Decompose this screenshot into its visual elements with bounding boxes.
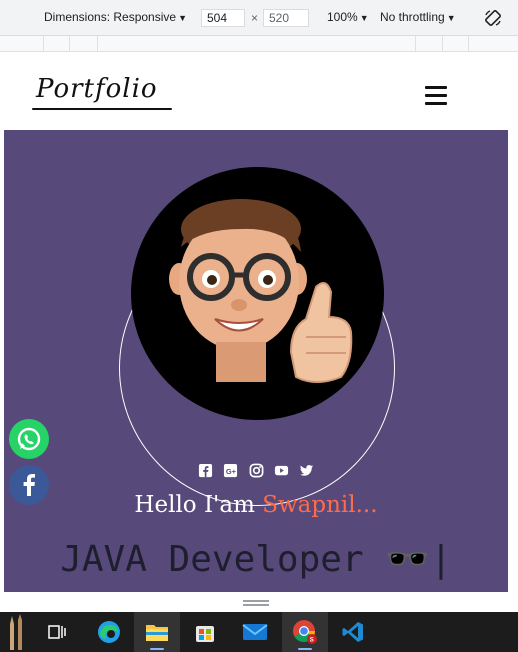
zoom-label: 100% bbox=[327, 10, 358, 24]
throttling-dropdown[interactable]: No throttling ▼ bbox=[380, 10, 456, 24]
device-toolbar: Dimensions: Responsive ▼ 504 × 520 100% ▼ … bbox=[0, 0, 518, 36]
site-logo[interactable]: Portfolio bbox=[36, 74, 158, 104]
svg-text:S: S bbox=[310, 638, 314, 644]
caret-down-icon: ▼ bbox=[178, 13, 187, 23]
svg-text:G+: G+ bbox=[226, 467, 237, 476]
social-links: G+ bbox=[4, 462, 508, 480]
memoji-thumbs-up-image bbox=[169, 199, 353, 383]
twitter-icon[interactable] bbox=[299, 463, 314, 478]
whatsapp-float-button[interactable] bbox=[9, 419, 49, 459]
taskbar-mail[interactable] bbox=[232, 612, 278, 652]
facebook-float-button[interactable] bbox=[9, 465, 49, 505]
dimensions-label: Dimensions: Responsive bbox=[44, 10, 177, 24]
greeting-heading: Hello I'am Swapnil... bbox=[4, 492, 508, 518]
height-input[interactable]: 520 bbox=[263, 9, 309, 27]
avatar bbox=[131, 167, 384, 420]
chrome-icon: S bbox=[293, 620, 317, 644]
taskbar-edge[interactable] bbox=[86, 612, 132, 652]
hamburger-menu-icon[interactable] bbox=[425, 86, 447, 106]
throttling-label: No throttling bbox=[380, 10, 445, 24]
facebook-icon[interactable] bbox=[198, 463, 213, 478]
media-query-ruler bbox=[0, 36, 518, 52]
caret-down-icon: ▼ bbox=[359, 13, 369, 23]
cathedral-thumbnail-icon bbox=[10, 614, 22, 650]
rotate-icon[interactable] bbox=[484, 9, 502, 27]
whatsapp-icon bbox=[17, 427, 41, 451]
dimensions-dropdown[interactable]: Dimensions: Responsive ▼ bbox=[44, 10, 187, 24]
greeting-name: Swapnil... bbox=[262, 492, 378, 518]
logo-underline bbox=[32, 108, 172, 110]
windows-taskbar: S bbox=[0, 612, 518, 652]
google-plus-icon[interactable]: G+ bbox=[223, 463, 238, 478]
site-header: Portfolio bbox=[4, 72, 508, 130]
youtube-icon[interactable] bbox=[274, 463, 289, 478]
taskbar-vscode[interactable] bbox=[330, 612, 376, 652]
times-label: × bbox=[251, 11, 259, 25]
taskbar-microsoft-store[interactable] bbox=[182, 612, 228, 652]
edge-icon bbox=[98, 621, 120, 643]
role-typing-text: JAVA Developer 🕶️| bbox=[60, 539, 452, 580]
vscode-icon bbox=[342, 622, 363, 642]
responsive-viewport: Portfolio G+ Hello I'am Swapnil... JAVA … bbox=[4, 72, 508, 592]
start-thumbnail[interactable] bbox=[0, 612, 34, 652]
mail-icon bbox=[242, 624, 268, 640]
taskbar-file-explorer[interactable] bbox=[134, 612, 180, 652]
greeting-prefix: Hello I'am bbox=[134, 492, 255, 518]
folder-icon bbox=[146, 625, 168, 641]
caret-down-icon: ▼ bbox=[446, 13, 456, 23]
task-view-button[interactable] bbox=[34, 612, 80, 652]
width-input[interactable]: 504 bbox=[201, 9, 245, 27]
taskbar-chrome[interactable]: S bbox=[282, 612, 328, 652]
task-view-icon bbox=[48, 625, 66, 639]
facebook-icon bbox=[23, 474, 35, 496]
resize-handle[interactable] bbox=[243, 600, 269, 606]
zoom-dropdown[interactable]: 100% ▼ bbox=[327, 10, 369, 24]
instagram-icon[interactable] bbox=[249, 463, 264, 478]
store-icon bbox=[196, 626, 214, 642]
hero-section: G+ Hello I'am Swapnil... JAVA Developer … bbox=[4, 130, 508, 592]
